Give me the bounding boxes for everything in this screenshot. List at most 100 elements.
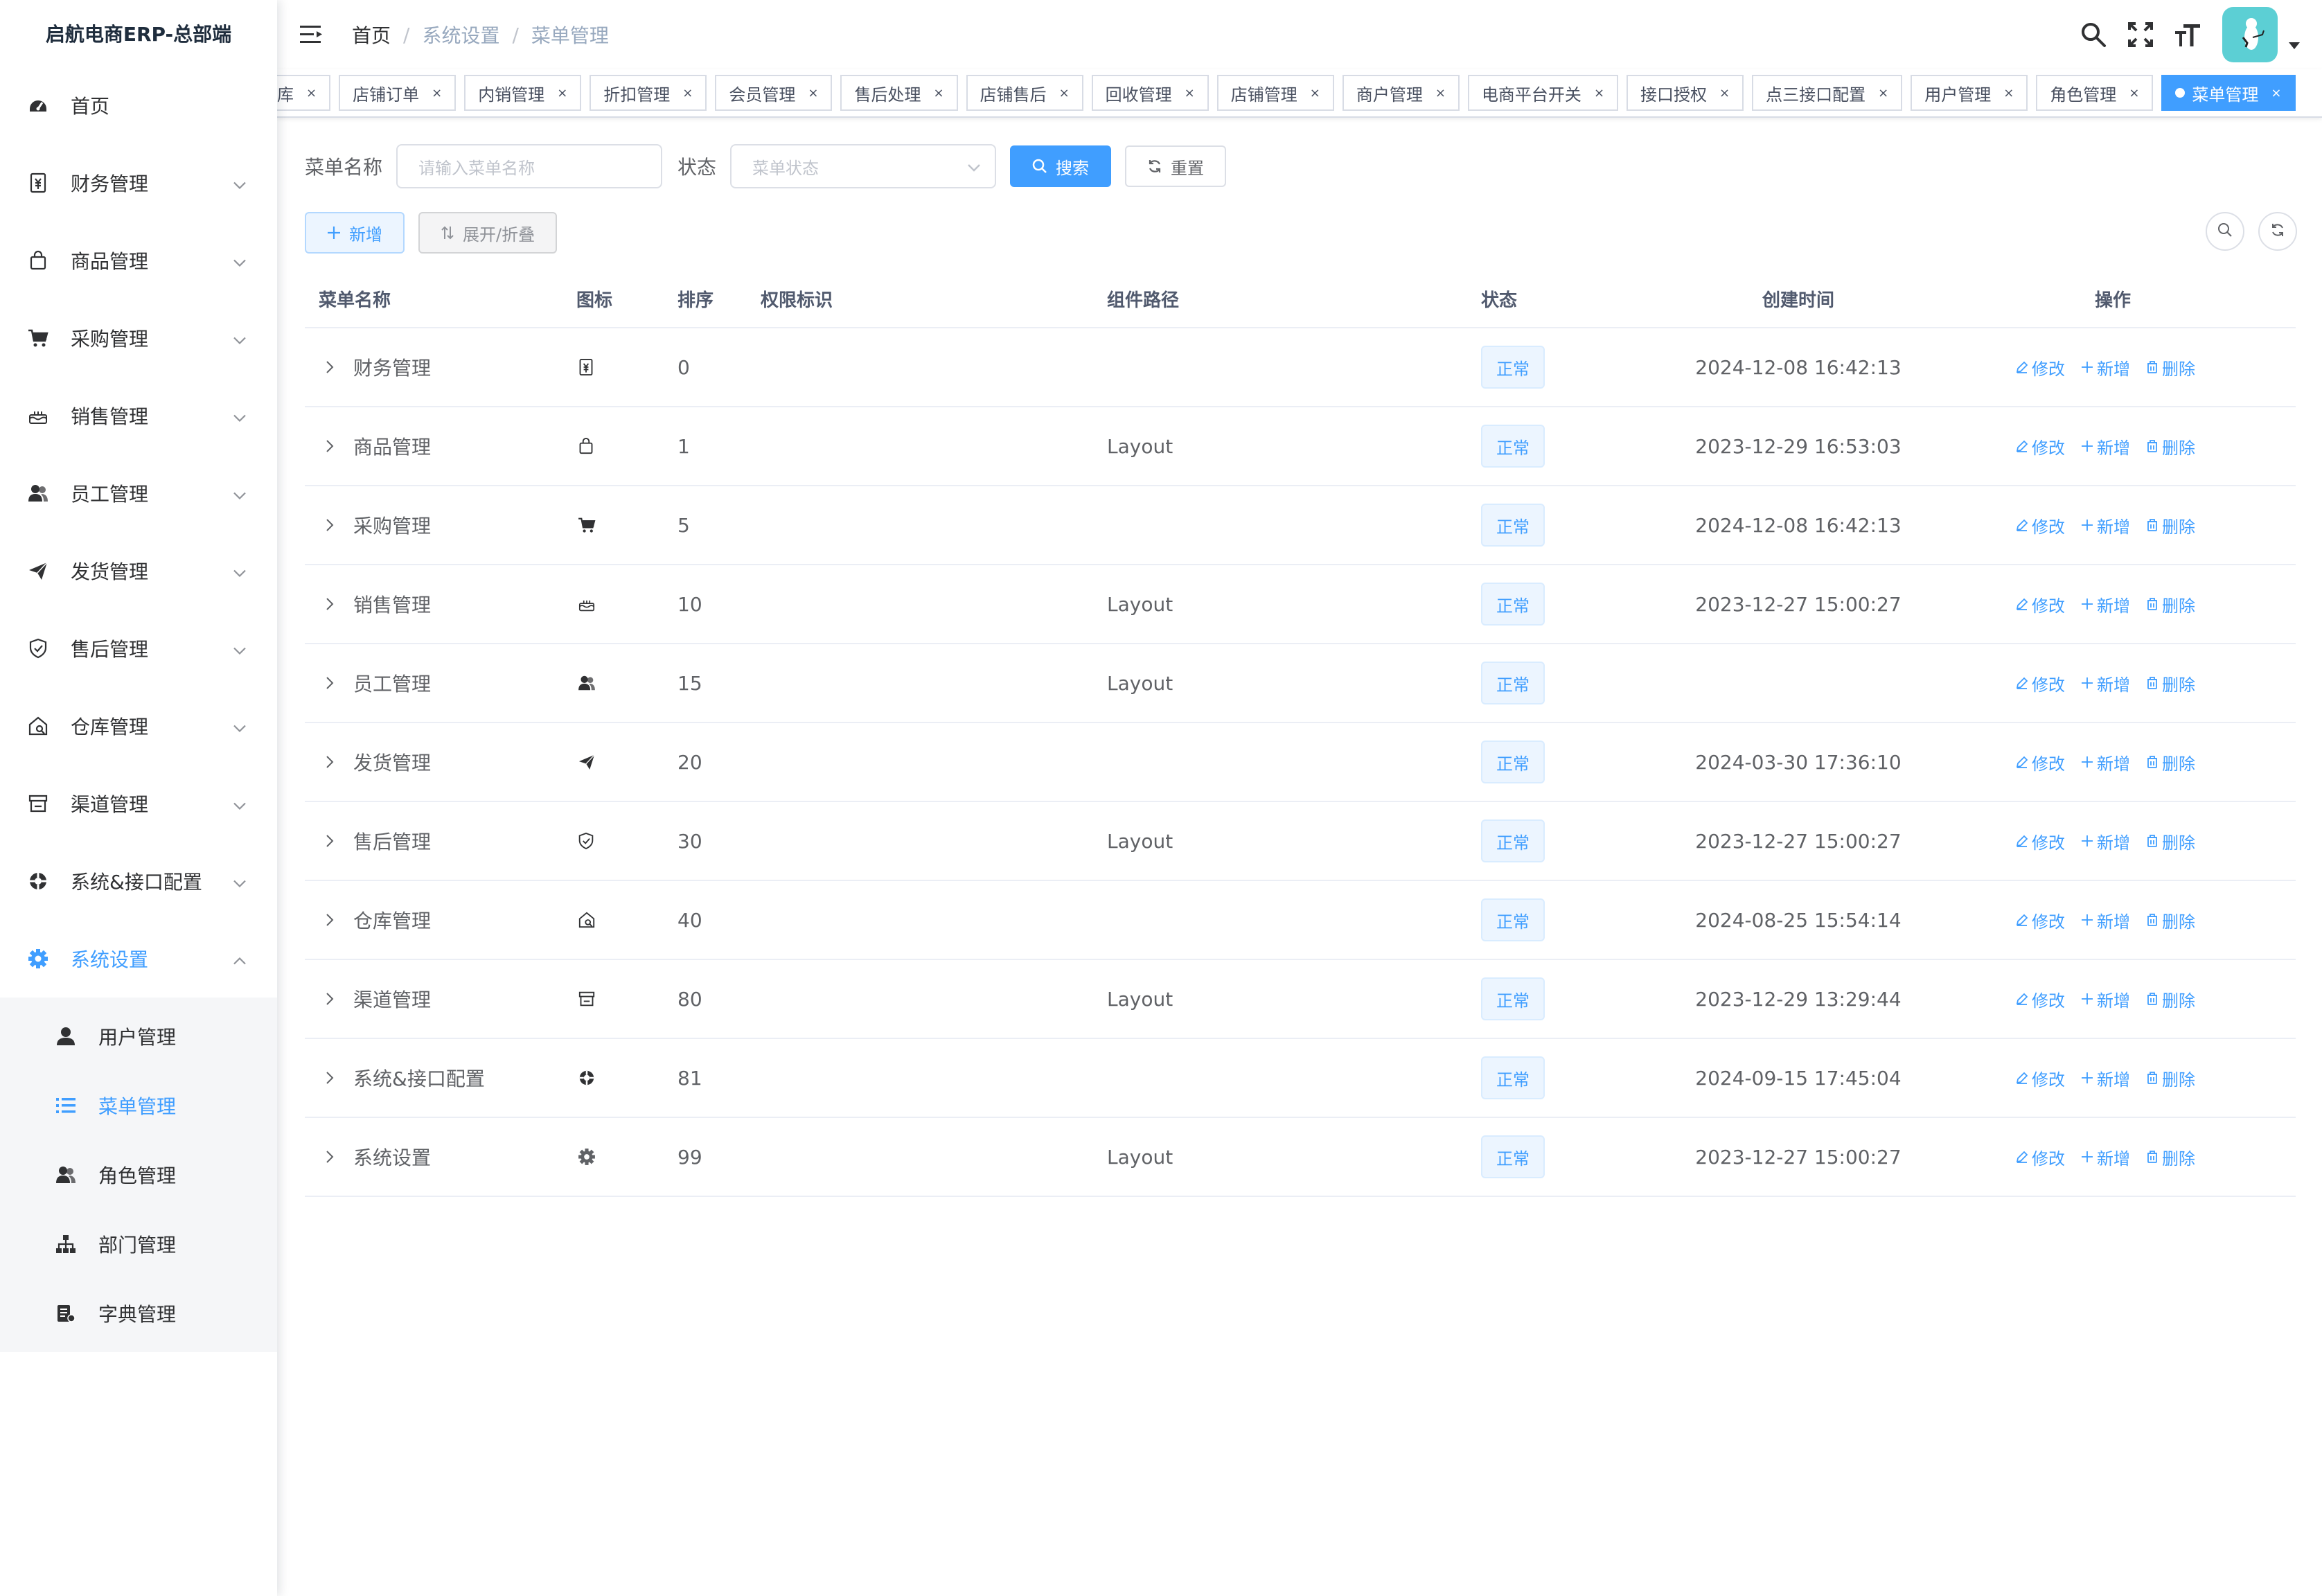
sidebar-item[interactable]: 员工管理	[0, 454, 277, 532]
close-icon[interactable]: ×	[557, 86, 567, 100]
sidebar-item[interactable]: 商品管理	[0, 222, 277, 299]
edit-button[interactable]: 修改	[2015, 513, 2065, 538]
sidebar-item[interactable]: 售后管理	[0, 610, 277, 687]
breadcrumb-home[interactable]: 首页	[352, 21, 391, 48]
edit-button[interactable]: 修改	[2015, 1066, 2065, 1090]
tag-item[interactable]: 内销管理 ×	[464, 75, 582, 111]
add-child-button[interactable]: 新增	[2080, 750, 2130, 774]
tag-item[interactable]: 店铺订单 ×	[339, 75, 457, 111]
close-icon[interactable]: ×	[2129, 86, 2139, 100]
chevron-right-icon[interactable]	[326, 597, 341, 611]
tag-item[interactable]: 退货入库 ×	[277, 75, 331, 111]
close-icon[interactable]: ×	[1878, 86, 1888, 100]
font-size-icon[interactable]	[2172, 19, 2203, 50]
edit-button[interactable]: 修改	[2015, 671, 2065, 695]
tag-item[interactable]: 菜单管理 ×	[2161, 75, 2296, 111]
tag-item[interactable]: 用户管理 ×	[1911, 75, 2028, 111]
sidebar-item[interactable]: 财务管理	[0, 144, 277, 222]
close-icon[interactable]: ×	[1185, 86, 1195, 100]
submenu-item[interactable]: 角色管理	[0, 1140, 277, 1209]
add-child-button[interactable]: 新增	[2080, 829, 2130, 853]
close-icon[interactable]: ×	[1310, 86, 1320, 100]
tag-item[interactable]: 电商平台开关 ×	[1467, 75, 1619, 111]
tag-item[interactable]: 商户管理 ×	[1342, 75, 1460, 111]
refresh-button[interactable]	[2258, 212, 2297, 251]
tag-item[interactable]: 角色管理 ×	[2036, 75, 2154, 111]
sidebar-item[interactable]: 渠道管理	[0, 765, 277, 842]
tag-item[interactable]: 店铺管理 ×	[1216, 75, 1334, 111]
expand-collapse-button[interactable]: 展开/折叠	[418, 212, 558, 254]
delete-button[interactable]: 删除	[2145, 1066, 2195, 1090]
edit-button[interactable]: 修改	[2015, 987, 2065, 1011]
tag-item[interactable]: 店铺售后 ×	[966, 75, 1083, 111]
add-child-button[interactable]: 新增	[2080, 513, 2130, 538]
reset-button[interactable]: 重置	[1125, 145, 1227, 187]
chevron-right-icon[interactable]	[326, 834, 341, 848]
delete-button[interactable]: 删除	[2145, 355, 2195, 380]
chevron-right-icon[interactable]	[326, 1071, 341, 1085]
close-icon[interactable]: ×	[1594, 86, 1604, 100]
caret-down-icon[interactable]	[2289, 39, 2300, 52]
tag-item[interactable]: 折扣管理 ×	[590, 75, 707, 111]
sidebar-item[interactable]: 发货管理	[0, 532, 277, 610]
add-menu-button[interactable]: 新增	[305, 212, 405, 254]
chevron-right-icon[interactable]	[326, 360, 341, 374]
toggle-search-button[interactable]	[2206, 212, 2244, 251]
add-child-button[interactable]: 新增	[2080, 908, 2130, 932]
delete-button[interactable]: 删除	[2145, 671, 2195, 695]
edit-button[interactable]: 修改	[2015, 434, 2065, 459]
add-child-button[interactable]: 新增	[2080, 987, 2130, 1011]
edit-button[interactable]: 修改	[2015, 908, 2065, 932]
avatar[interactable]	[2222, 7, 2278, 62]
add-child-button[interactable]: 新增	[2080, 592, 2130, 617]
fullscreen-icon[interactable]	[2125, 19, 2156, 50]
delete-button[interactable]: 删除	[2145, 592, 2195, 617]
submenu-item[interactable]: 用户管理	[0, 1002, 277, 1071]
close-icon[interactable]: ×	[306, 86, 317, 100]
chevron-right-icon[interactable]	[326, 676, 341, 690]
sidebar-item[interactable]: 仓库管理	[0, 687, 277, 765]
submenu-item[interactable]: 菜单管理	[0, 1071, 277, 1140]
edit-button[interactable]: 修改	[2015, 750, 2065, 774]
delete-button[interactable]: 删除	[2145, 513, 2195, 538]
submenu-item[interactable]: 部门管理	[0, 1209, 277, 1279]
chevron-right-icon[interactable]	[326, 913, 341, 927]
edit-button[interactable]: 修改	[2015, 829, 2065, 853]
close-icon[interactable]: ×	[1719, 86, 1730, 100]
close-icon[interactable]: ×	[933, 86, 943, 100]
chevron-right-icon[interactable]	[326, 518, 341, 532]
menu-name-input[interactable]: 请输入菜单名称	[396, 144, 663, 188]
chevron-right-icon[interactable]	[326, 992, 341, 1006]
chevron-right-icon[interactable]	[326, 439, 341, 453]
close-icon[interactable]: ×	[1435, 86, 1446, 100]
tag-item[interactable]: 接口授权 ×	[1627, 75, 1744, 111]
delete-button[interactable]: 删除	[2145, 750, 2195, 774]
sidebar-item[interactable]: 采购管理	[0, 299, 277, 377]
chevron-right-icon[interactable]	[326, 1150, 341, 1164]
delete-button[interactable]: 删除	[2145, 987, 2195, 1011]
sidebar-item[interactable]: 系统&接口配置	[0, 842, 277, 920]
close-icon[interactable]: ×	[2003, 86, 2014, 100]
close-icon[interactable]: ×	[432, 86, 442, 100]
chevron-right-icon[interactable]	[326, 755, 341, 769]
sidebar-item[interactable]: 首页	[0, 66, 277, 144]
edit-button[interactable]: 修改	[2015, 355, 2065, 380]
close-icon[interactable]: ×	[2271, 86, 2281, 100]
delete-button[interactable]: 删除	[2145, 908, 2195, 932]
sidebar-item[interactable]: 销售管理	[0, 377, 277, 454]
hamburger-icon[interactable]	[298, 21, 326, 48]
delete-button[interactable]: 删除	[2145, 829, 2195, 853]
status-select[interactable]: 菜单状态	[730, 144, 997, 188]
search-button[interactable]: 搜索	[1010, 145, 1112, 187]
close-icon[interactable]: ×	[1059, 86, 1070, 100]
close-icon[interactable]: ×	[808, 86, 818, 100]
submenu-item[interactable]: 字典管理	[0, 1279, 277, 1348]
add-child-button[interactable]: 新增	[2080, 671, 2130, 695]
add-child-button[interactable]: 新增	[2080, 1066, 2130, 1090]
delete-button[interactable]: 删除	[2145, 1145, 2195, 1169]
tag-item[interactable]: 会员管理 ×	[715, 75, 833, 111]
edit-button[interactable]: 修改	[2015, 1145, 2065, 1169]
add-child-button[interactable]: 新增	[2080, 355, 2130, 380]
edit-button[interactable]: 修改	[2015, 592, 2065, 617]
tag-item[interactable]: 售后处理 ×	[840, 75, 958, 111]
